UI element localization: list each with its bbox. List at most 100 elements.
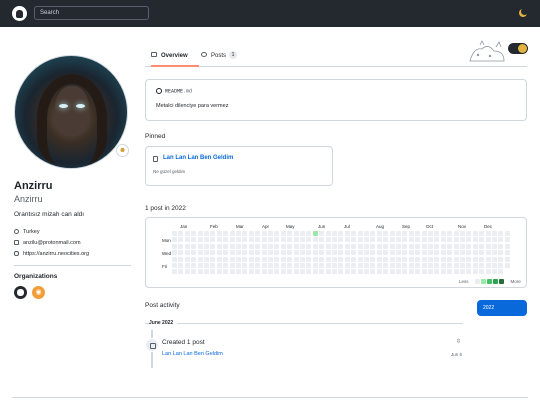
pinned-item-title[interactable]: Lan Lan Lan Ben Geldim — [163, 155, 233, 161]
contribution-day-cell[interactable] — [479, 256, 485, 262]
contribution-day-cell[interactable] — [229, 269, 235, 275]
contribution-day-cell[interactable] — [236, 237, 241, 243]
avatar[interactable] — [14, 55, 128, 169]
contribution-day-cell[interactable] — [191, 237, 197, 243]
contribution-day-cell[interactable] — [191, 269, 197, 275]
contribution-day-cell[interactable] — [447, 263, 453, 268]
contribution-day-cell[interactable] — [453, 243, 459, 249]
contribution-day-cell[interactable] — [389, 256, 395, 262]
contribution-day-cell[interactable] — [280, 269, 286, 275]
contribution-day-cell[interactable] — [204, 231, 209, 236]
contribution-day-cell[interactable] — [351, 237, 357, 243]
contribution-day-cell[interactable] — [229, 231, 235, 236]
contribution-day-cell[interactable] — [479, 237, 485, 243]
contribution-day-cell[interactable] — [364, 250, 369, 256]
contribution-day-cell[interactable] — [172, 250, 177, 256]
contribution-day-cell[interactable] — [248, 243, 254, 249]
contribution-day-cell[interactable] — [242, 237, 248, 243]
contribution-day-cell[interactable] — [344, 256, 350, 262]
unfold-icon[interactable]: ⇳ — [456, 338, 461, 345]
contribution-day-cell[interactable] — [287, 269, 293, 275]
contribution-day-cell[interactable] — [216, 250, 222, 256]
contribution-day-cell[interactable] — [223, 231, 229, 236]
activity-item-link[interactable]: Lan Lan Lan Ben Geldim — [162, 351, 223, 357]
contribution-day-cell[interactable] — [191, 243, 197, 249]
contribution-day-cell[interactable] — [223, 269, 229, 275]
contribution-day-cell[interactable] — [344, 231, 350, 236]
contribution-day-cell[interactable] — [472, 250, 478, 256]
contribution-day-cell[interactable] — [351, 231, 357, 236]
contribution-day-cell[interactable] — [325, 237, 331, 243]
contribution-day-cell[interactable] — [280, 231, 286, 236]
contribution-day-cell[interactable] — [415, 269, 421, 275]
contribution-day-cell[interactable] — [447, 243, 453, 249]
contribution-day-cell[interactable] — [268, 269, 273, 275]
contribution-day-cell[interactable] — [261, 269, 267, 275]
contribution-day-cell[interactable] — [293, 231, 299, 236]
contribution-day-cell[interactable] — [338, 269, 344, 275]
contribution-day-cell[interactable] — [312, 250, 318, 256]
contribution-day-cell[interactable] — [210, 237, 216, 243]
contribution-day-cell[interactable] — [268, 250, 273, 256]
contribution-day-cell[interactable] — [338, 243, 344, 249]
contribution-day-cell[interactable] — [261, 231, 267, 236]
contribution-day-cell[interactable] — [415, 237, 421, 243]
contribution-day-cell[interactable] — [300, 263, 305, 268]
contribution-day-cell[interactable] — [504, 243, 510, 249]
contribution-day-cell[interactable] — [178, 263, 184, 268]
contribution-day-cell[interactable] — [325, 250, 331, 256]
contribution-day-cell[interactable] — [396, 269, 401, 275]
contribution-day-cell[interactable] — [184, 243, 190, 249]
contribution-day-cell[interactable] — [415, 250, 421, 256]
contribution-day-cell[interactable] — [197, 269, 203, 275]
contribution-day-cell[interactable] — [498, 250, 504, 256]
contribution-day-cell[interactable] — [319, 263, 325, 268]
contribution-day-cell[interactable] — [306, 243, 312, 249]
contribution-day-cell[interactable] — [184, 250, 190, 256]
contribution-day-cell[interactable] — [338, 256, 344, 262]
contribution-day-cell[interactable] — [184, 237, 190, 243]
contribution-day-cell[interactable] — [498, 269, 504, 275]
contribution-day-cell[interactable] — [383, 250, 389, 256]
contribution-day-cell[interactable] — [191, 263, 197, 268]
contribution-day-cell[interactable] — [408, 263, 414, 268]
contribution-day-cell[interactable] — [389, 250, 395, 256]
contribution-day-cell[interactable] — [357, 256, 363, 262]
contribution-day-cell[interactable] — [440, 256, 446, 262]
email-text[interactable]: anzilu@protonmail.com — [23, 240, 81, 246]
contribution-day-cell[interactable] — [332, 231, 337, 236]
contribution-day-cell[interactable] — [396, 250, 401, 256]
contribution-day-cell[interactable] — [191, 231, 197, 236]
contribution-day-cell[interactable] — [466, 256, 472, 262]
contribution-day-cell[interactable] — [223, 243, 229, 249]
contribution-day-cell[interactable] — [344, 269, 350, 275]
contribution-day-cell[interactable] — [255, 263, 261, 268]
contribution-day-cell[interactable] — [325, 263, 331, 268]
contribution-day-cell[interactable] — [447, 269, 453, 275]
contribution-day-cell[interactable] — [191, 250, 197, 256]
contribution-day-cell[interactable] — [274, 250, 280, 256]
contribution-day-cell[interactable] — [504, 263, 510, 268]
activity-summary[interactable]: Created 1 post — [162, 339, 205, 346]
contribution-day-cell[interactable] — [408, 237, 414, 243]
contribution-day-cell[interactable] — [300, 237, 305, 243]
contribution-day-cell[interactable] — [229, 237, 235, 243]
contribution-day-cell[interactable] — [421, 243, 427, 249]
contribution-day-cell[interactable] — [389, 269, 395, 275]
contribution-day-cell[interactable] — [447, 256, 453, 262]
contribution-day-cell[interactable] — [440, 250, 446, 256]
profile-website[interactable]: https://anzirru.neocities.org — [14, 250, 89, 257]
contribution-day-cell[interactable] — [479, 269, 485, 275]
contribution-day-cell[interactable] — [492, 256, 497, 262]
contribution-day-cell[interactable] — [319, 237, 325, 243]
contribution-day-cell[interactable] — [428, 237, 433, 243]
contribution-day-cell[interactable] — [248, 237, 254, 243]
contribution-day-cell[interactable] — [223, 237, 229, 243]
contribution-day-cell[interactable] — [274, 231, 280, 236]
contribution-day-cell[interactable] — [415, 256, 421, 262]
contribution-day-cell[interactable] — [370, 231, 376, 236]
contribution-day-cell[interactable] — [453, 269, 459, 275]
contribution-day-cell[interactable] — [242, 231, 248, 236]
contribution-day-cell[interactable] — [344, 263, 350, 268]
contribution-day-cell[interactable] — [466, 237, 472, 243]
